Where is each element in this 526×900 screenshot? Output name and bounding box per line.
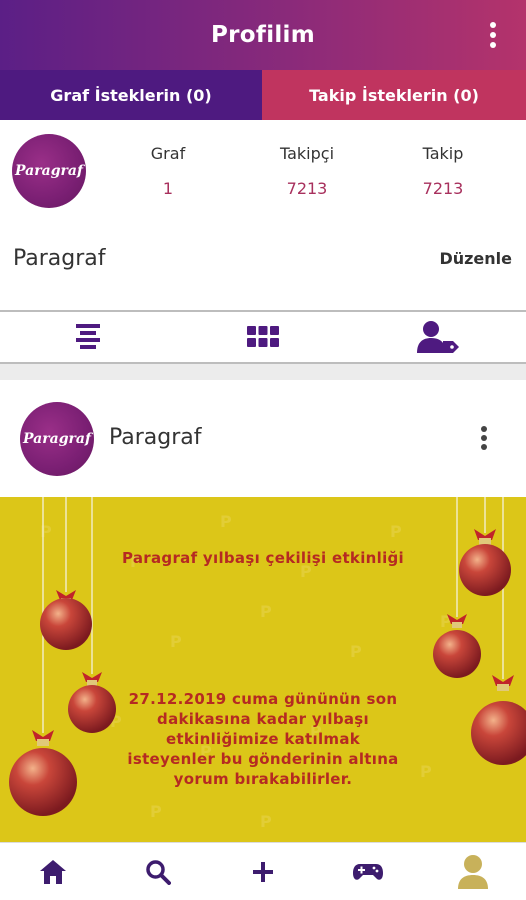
list-icon: [75, 324, 100, 349]
stat-label: Takip: [422, 144, 464, 163]
post-menu-icon[interactable]: [480, 426, 488, 450]
svg-text:P: P: [260, 812, 272, 831]
avatar-logo-text: Paragraf: [15, 163, 83, 179]
banner-line: 27.12.2019 cuma gününün son: [128, 690, 398, 708]
stat-graf[interactable]: Graf 1: [118, 144, 218, 198]
nav-profile[interactable]: [421, 843, 526, 900]
stat-takip[interactable]: Takip 7213: [393, 144, 493, 198]
profile-name: Paragraf: [13, 246, 106, 271]
nav-search[interactable]: [105, 843, 210, 900]
stat-takipci[interactable]: Takipçi 7213: [257, 144, 357, 198]
home-icon: [39, 859, 66, 884]
nav-games[interactable]: [316, 843, 421, 900]
banner-line: yorum bırakabilirler.: [173, 770, 353, 788]
post-author[interactable]: Paragraf: [109, 425, 202, 450]
svg-text:P: P: [220, 512, 232, 531]
tab-list-view[interactable]: [0, 312, 175, 362]
profile-icon: [458, 854, 489, 889]
gamepad-icon: [353, 863, 384, 880]
stat-label: Graf: [150, 144, 186, 163]
svg-text:P: P: [40, 522, 52, 541]
tab-tagged-view[interactable]: [351, 312, 526, 362]
search-icon: [146, 859, 171, 885]
post-image[interactable]: PPP PPP PPP PPP PPP PPP: [0, 497, 526, 842]
stat-value: 1: [162, 179, 174, 198]
nav-create[interactable]: [210, 843, 315, 900]
profile-view-tabs: [0, 310, 526, 364]
grid-icon: [246, 326, 279, 347]
svg-text:P: P: [260, 602, 272, 621]
svg-text:P: P: [390, 522, 402, 541]
banner-line: isteyenler bu gönderinin altına: [127, 750, 399, 768]
banner-line: dakikasına kadar yılbaşı: [157, 710, 369, 728]
request-tabs: Graf İsteklerin (0) Takip İsteklerin (0): [0, 70, 526, 120]
banner-title: Paragraf yılbaşı çekilişi etkinliği: [121, 549, 404, 567]
avatar[interactable]: Paragraf: [12, 134, 86, 208]
stat-value: 7213: [286, 179, 328, 198]
banner-line: etkinliğimize katılmak: [165, 730, 361, 748]
stat-value: 7213: [422, 179, 464, 198]
svg-text:P: P: [150, 802, 162, 821]
bottom-navigation: [0, 842, 526, 900]
app-header: Profilim: [0, 0, 526, 70]
tab-grid-view[interactable]: [175, 312, 350, 362]
svg-text:P: P: [170, 632, 182, 651]
tab-label: Graf İsteklerin (0): [50, 85, 212, 105]
profile-card: Paragraf Graf 1 Takipçi 7213 Takip 7213 …: [0, 120, 526, 310]
post-avatar[interactable]: Paragraf: [20, 402, 94, 476]
stat-label: Takipçi: [279, 144, 335, 163]
kebab-menu-icon[interactable]: [488, 22, 498, 48]
tab-graf-requests[interactable]: Graf İsteklerin (0): [0, 70, 262, 120]
banner-text: 27.12.2019 cuma gününün son dakikasına k…: [90, 689, 436, 789]
svg-text:P: P: [350, 642, 362, 661]
nav-home[interactable]: [0, 843, 105, 900]
avatar-logo-text: Paragraf: [23, 431, 91, 447]
edit-profile-button[interactable]: Düzenle: [439, 249, 512, 268]
plus-icon: [253, 861, 273, 882]
tab-follow-requests[interactable]: Takip İsteklerin (0): [262, 70, 526, 120]
page-title: Profilim: [210, 22, 316, 48]
tab-label: Takip İsteklerin (0): [309, 85, 479, 105]
post-card: Paragraf Paragraf PPP PPP PPP PPP PPP PP…: [0, 380, 526, 842]
user-tag-icon: [417, 321, 460, 353]
